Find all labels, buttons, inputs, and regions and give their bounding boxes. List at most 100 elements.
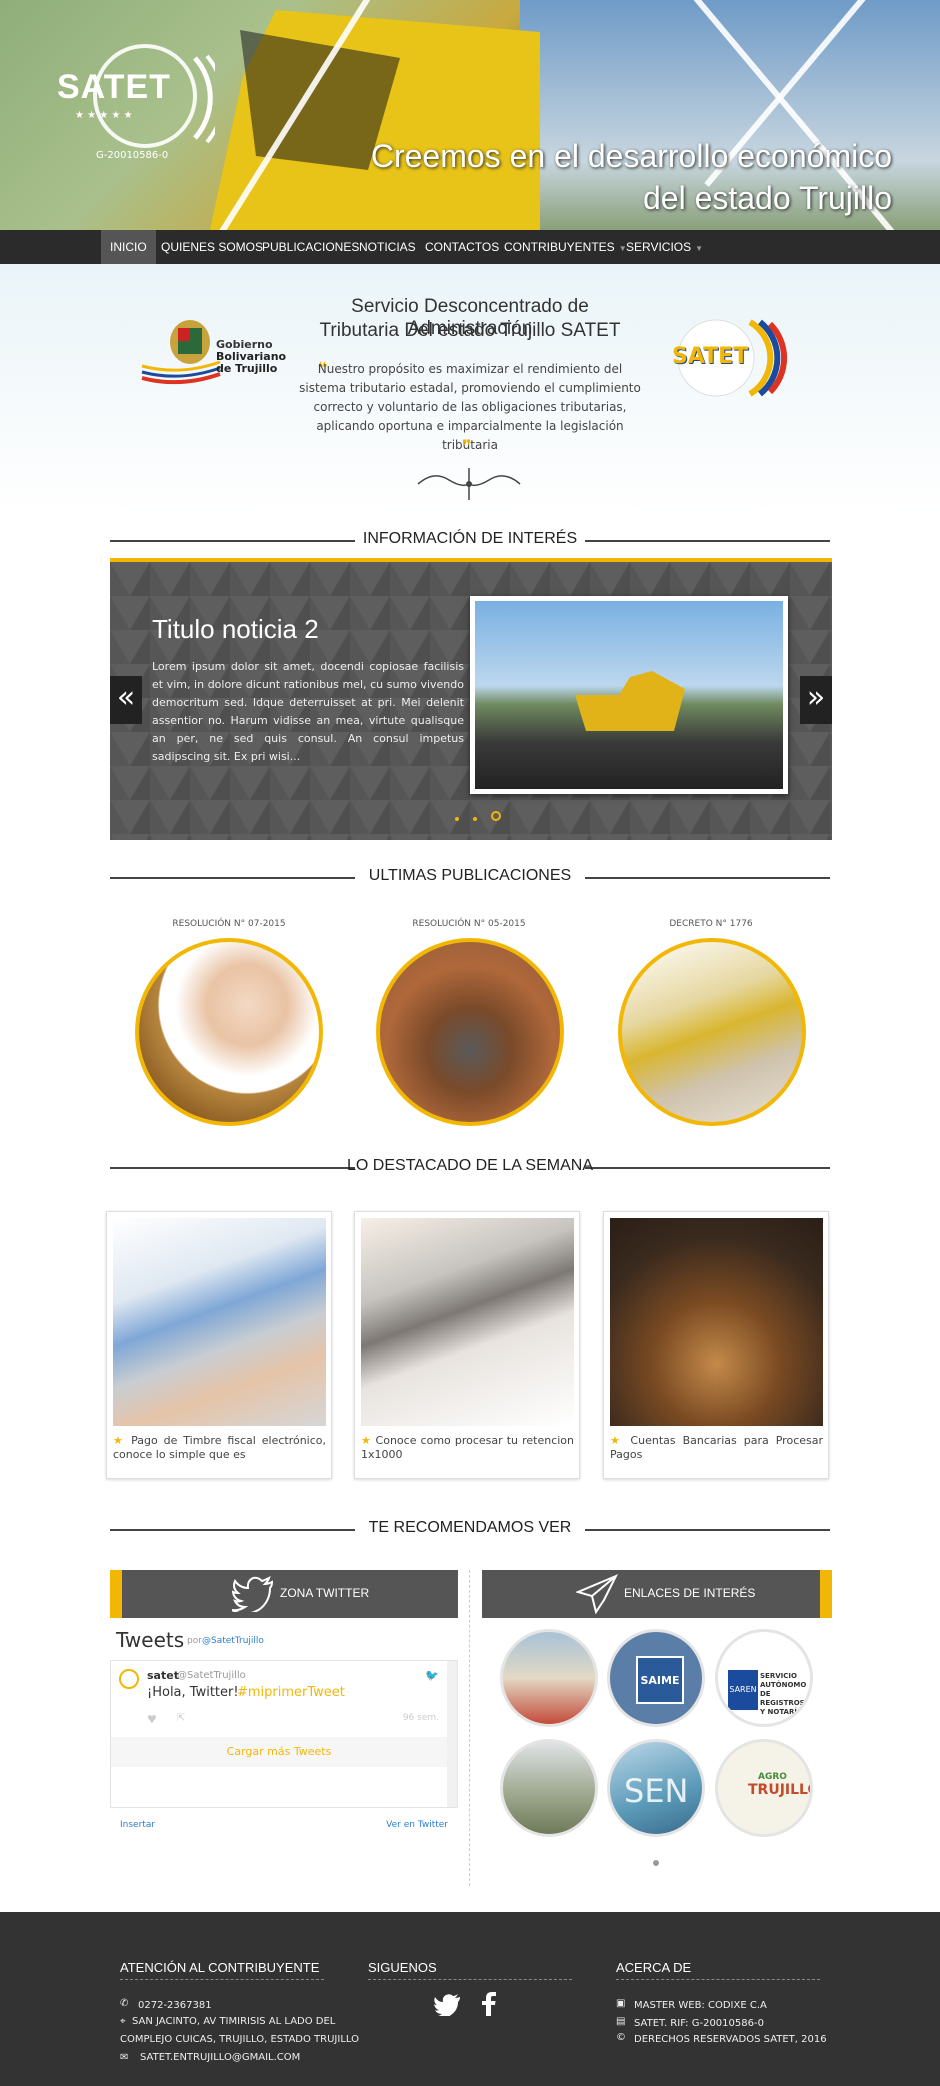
twitter-widget: Tweets por @SatetTrujillo satet @SatetTr… xyxy=(110,1618,458,1838)
section-info-heading: INFORMACIÓN DE INTERÉS xyxy=(110,528,830,552)
footer-phone: 0272-2367381 xyxy=(138,2000,212,2011)
featured-card-3[interactable]: ★ Cuentas Bancarias para Procesar Pagos xyxy=(603,1211,829,1479)
site-logo[interactable]: ★ ★ ★ ★ ★ SATET xyxy=(55,38,215,148)
pub-image-bulldozer[interactable] xyxy=(618,938,806,1126)
footer-address-2: COMPLEJO CUICAS, TRUJILLO, ESTADO TRUJIL… xyxy=(120,2034,359,2045)
saren-detail-text: SERVICIO AUTÓNOMO DE REGISTROS Y NOTARÍA… xyxy=(760,1672,808,1716)
site-footer: ATENCIÓN AL CONTRIBUYENTE ✆ 0272-2367381… xyxy=(0,1912,940,2086)
slider-dot-1[interactable] xyxy=(455,817,459,821)
tweet-scrollbar[interactable] xyxy=(447,1661,457,1807)
footer-rif: SATET. RIF: G-20010586-0 xyxy=(634,2018,764,2029)
slider-dots xyxy=(455,810,501,824)
pub-image-coins[interactable] xyxy=(135,938,323,1126)
nav-item-contribuyentes[interactable]: CONTRIBUYENTES ▼ xyxy=(495,230,636,264)
link-trujillo-gov[interactable] xyxy=(500,1629,598,1727)
section-recomendamos-title: TE RECOMENDAMOS VER xyxy=(368,1519,572,1536)
quote-close-icon: ❞ xyxy=(462,436,472,455)
nav-servicios-label: SERVICIOS xyxy=(626,240,692,254)
slogan-line-2: del estado Trujillo xyxy=(642,180,892,216)
envelope-icon: ✉ xyxy=(120,2052,129,2063)
tweets-by-label: por xyxy=(187,1636,202,1646)
twitter-icon[interactable] xyxy=(434,1994,460,2016)
links-panel-header: ENLACES DE INTERÉS xyxy=(482,1570,832,1618)
nav-item-inicio[interactable]: INICIO xyxy=(101,230,156,264)
twitter-small-bird-icon: 🐦 xyxy=(425,1669,439,1682)
tweet-timeline: satet @SatetTrujillo 🐦 ¡Hola, Twitter! #… xyxy=(110,1660,458,1808)
tweet-hashtag[interactable]: #miprimerTweet xyxy=(237,1685,345,1700)
paper-plane-icon xyxy=(576,1574,619,1614)
featured-caption-2: ★ Conoce como procesar tu retencion 1x10… xyxy=(361,1434,574,1462)
footer-email[interactable]: SATET.ENTRUJILLO@GMAIL.COM xyxy=(140,2052,300,2063)
column-divider xyxy=(469,1570,470,1886)
pub-label-3: DECRETO N° 1776 xyxy=(669,919,753,929)
link-agro-trujillo[interactable]: AGRO TRUJILLO xyxy=(715,1739,813,1837)
slider-next-button[interactable]: » xyxy=(800,676,832,724)
link-seniat[interactable]: SEN xyxy=(607,1739,705,1837)
twitter-bird-icon xyxy=(232,1576,274,1612)
nav-item-noticias[interactable]: NOTICIAS xyxy=(350,230,425,264)
slider-body: Lorem ipsum dolor sit amet, docendi copi… xyxy=(152,660,464,763)
load-more-tweets-button[interactable]: Cargar más Tweets xyxy=(111,1737,447,1767)
featured-image-laptop xyxy=(113,1218,326,1426)
briefcase-icon: ▣ xyxy=(616,1998,626,2009)
logo-text: SATET xyxy=(57,68,171,106)
tweet-age: 96 sem. xyxy=(402,1713,439,1723)
featured-card-1[interactable]: ★ Pago de Timbre fiscal electrónico, con… xyxy=(106,1211,332,1479)
news-slider: Titulo noticia 2 Lorem ipsum dolor sit a… xyxy=(110,558,832,840)
featured-card-2[interactable]: ★ Conoce como procesar tu retencion 1x10… xyxy=(354,1211,580,1479)
section-info-title: INFORMACIÓN DE INTERÉS xyxy=(362,530,578,547)
links-panel-title: ENLACES DE INTERÉS xyxy=(624,1586,756,1600)
avatar[interactable] xyxy=(119,1669,139,1689)
logo-rif: G-20010586-0 xyxy=(96,150,169,161)
saren-logo-text: SAREN xyxy=(728,1670,758,1710)
excavator-icon xyxy=(575,671,685,731)
section-pubs-title: ULTIMAS PUBLICACIONES xyxy=(368,867,572,884)
heart-icon[interactable]: ♥ xyxy=(147,1713,157,1726)
slider-title: Titulo noticia 2 xyxy=(152,614,319,644)
footer-rights: DERECHOS RESERVADOS SATET, 2016 xyxy=(634,2034,827,2045)
twitter-panel-title: ZONA TWITTER xyxy=(280,1586,370,1600)
featured-text-1: Pago de Timbre fiscal electrónico, conoc… xyxy=(113,1434,327,1461)
tweets-label: Tweets xyxy=(116,1628,185,1652)
pub-image-mining[interactable] xyxy=(376,938,564,1126)
featured-image-calculator xyxy=(361,1218,574,1426)
link-venezuela[interactable] xyxy=(500,1739,598,1837)
svg-text:★ ★ ★ ★ ★: ★ ★ ★ ★ ★ xyxy=(75,110,133,121)
share-icon[interactable]: ⇱ xyxy=(177,1713,185,1724)
section-destacado-heading: LO DESTACADO DE LA SEMANA xyxy=(110,1155,830,1179)
saime-logo-text: SAIME xyxy=(636,1656,684,1704)
facebook-icon[interactable] xyxy=(482,1992,496,2016)
footer-contact-title: ATENCIÓN AL CONTRIBUYENTE xyxy=(120,1960,324,1980)
twitter-embed-link[interactable]: Insertar xyxy=(120,1820,155,1830)
link-saren[interactable]: SAREN SERVICIO AUTÓNOMO DE REGISTROS Y N… xyxy=(715,1629,813,1727)
chevron-down-icon: ▼ xyxy=(695,244,704,253)
slider-dot-2[interactable] xyxy=(472,817,477,821)
slider-prev-button[interactable]: « xyxy=(110,676,142,724)
featured-text-2: Conoce como procesar tu retencion 1x1000 xyxy=(361,1434,574,1461)
pub-label-1: RESOLUCIÓN N° 07-2015 xyxy=(172,919,286,929)
gobierno-logo[interactable]: Gobierno Bolivariano de Trujillo xyxy=(140,314,286,390)
nav-item-servicios[interactable]: SERVICIOS ▼ xyxy=(617,230,712,264)
star-icon: ★ xyxy=(113,1434,132,1447)
featured-caption-3: ★ Cuentas Bancarias para Procesar Pagos xyxy=(610,1434,823,1462)
tweet-user-name[interactable]: satet xyxy=(147,1669,179,1682)
tweets-by-handle[interactable]: @SatetTrujillo xyxy=(202,1636,264,1646)
footer-address-1: SAN JACINTO, AV TIMIRISIS AL LADO DEL xyxy=(132,2016,336,2027)
star-icon: ★ xyxy=(610,1434,631,1447)
main-navigation: INICIO QUIENES SOMOS PUBLICACIONES NOTIC… xyxy=(0,230,940,264)
tweet-user-handle[interactable]: @SatetTrujillo xyxy=(177,1670,246,1681)
section-pubs-heading: ULTIMAS PUBLICACIONES xyxy=(110,865,830,889)
links-pagination-dot[interactable] xyxy=(653,1860,659,1866)
seniat-logo-text: SEN xyxy=(624,1772,689,1810)
satet-logo-right[interactable]: SATET xyxy=(668,316,792,400)
slider-image[interactable] xyxy=(470,596,788,794)
slider-dot-3[interactable] xyxy=(490,811,501,821)
location-icon: ⌖ xyxy=(120,2016,126,2027)
intro-title-line-2: Tributaria Del estado Trujillo SATET xyxy=(319,320,621,341)
featured-image-coins xyxy=(610,1218,823,1426)
satet-logo-text: SATET xyxy=(672,344,749,369)
link-saime[interactable]: SAIME xyxy=(607,1629,705,1727)
view-on-twitter-link[interactable]: Ver en Twitter xyxy=(386,1820,448,1830)
footer-about-title: ACERCA DE xyxy=(616,1960,820,1980)
agro-logo-text-2: TRUJILLO xyxy=(748,1782,813,1798)
